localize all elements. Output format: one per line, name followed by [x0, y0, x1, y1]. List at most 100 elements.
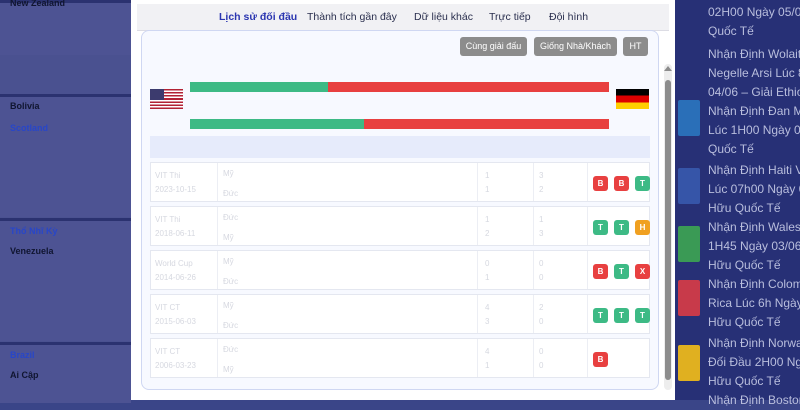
half-score-away: 3: [539, 229, 544, 238]
result-badge: T: [614, 308, 629, 323]
same-home-away-button[interactable]: Giống Nhà/Khách: [534, 37, 617, 56]
team-name[interactable]: Venezuela: [10, 246, 54, 256]
away-team: Mỹ: [223, 365, 234, 374]
score-away: 1: [485, 185, 490, 194]
news-line[interactable]: Quốc Tế: [708, 21, 800, 41]
team-name[interactable]: Ai Cập: [10, 370, 39, 380]
result-badge: T: [593, 308, 608, 323]
league-name: World Cup: [155, 259, 193, 268]
tab-lineup[interactable]: Đội hình: [549, 11, 588, 23]
table-row[interactable]: VIT CT 2015-06-03 Mỹ Đức 4 3 2 0 T T T: [150, 294, 650, 334]
tab-other-data[interactable]: Dữ liệu khác: [414, 11, 473, 23]
league-name: VIT Thi: [155, 171, 181, 180]
news-line[interactable]: Quốc Tế: [708, 139, 800, 159]
news-line[interactable]: Lúc 07h00 Ngày 0: [708, 179, 800, 199]
table-row[interactable]: VIT Thi 2018-06-11 Đức Mỹ 1 2 1 3 T T H: [150, 206, 650, 246]
home-team: Mỹ: [223, 301, 234, 310]
match-date: 2014-06-26: [155, 273, 196, 282]
news-line[interactable]: Rica Lúc 6h Ngày: [708, 293, 800, 313]
left-block: [0, 218, 131, 341]
tab-bar: Lịch sử đối đầu Thành tích gần đây Dữ li…: [137, 4, 669, 31]
news-line[interactable]: Hữu Quốc Tế: [708, 255, 800, 275]
score-home: 1: [485, 171, 490, 180]
us-flag-icon: [150, 89, 183, 109]
score-home: 4: [485, 303, 490, 312]
half-score-home: 0: [539, 347, 544, 356]
result-badge: T: [614, 220, 629, 235]
result-badge: B: [593, 264, 608, 279]
score-away: 1: [485, 273, 490, 282]
half-score-home: 2: [539, 303, 544, 312]
result-badge: T: [635, 176, 650, 191]
head-to-head-modal: Lịch sử đối đầu Thành tích gần đây Dữ li…: [131, 0, 675, 400]
news-thumbnail[interactable]: [678, 345, 700, 381]
table-row[interactable]: VIT CT 2006-03-23 Đức Mỹ 4 1 0 0 B: [150, 338, 650, 378]
same-league-button[interactable]: Cùng giải đấu: [460, 37, 527, 56]
head-to-head-panel: Cùng giải đấu Giống Nhà/Khách HT VIT Thi…: [141, 30, 659, 390]
half-score-home: 3: [539, 171, 544, 180]
news-line[interactable]: Lúc 1H00 Ngày 04: [708, 120, 800, 140]
news-line[interactable]: Nhận Định Bostor: [708, 390, 800, 410]
news-line[interactable]: Nhận Định Norwa: [708, 333, 800, 353]
table-row[interactable]: VIT Thi 2023-10-15 Mỹ Đức 1 1 3 2 B B T: [150, 162, 650, 202]
news-thumbnail[interactable]: [678, 168, 700, 204]
half-score-away: 0: [539, 317, 544, 326]
comparison-bar-win: [190, 119, 364, 129]
tab-head-to-head[interactable]: Lịch sử đối đầu: [219, 11, 297, 23]
result-badge: T: [593, 220, 608, 235]
news-line[interactable]: 1H45 Ngày 03/06: [708, 236, 800, 256]
team-name[interactable]: Bolivia: [10, 101, 40, 111]
score-away: 3: [485, 317, 490, 326]
home-team: Đức: [223, 345, 239, 354]
left-block: [0, 0, 131, 55]
table-row[interactable]: World Cup 2014-06-26 Mỹ Đức 0 1 0 0 B T …: [150, 250, 650, 290]
news-thumbnail[interactable]: [678, 226, 700, 262]
news-line[interactable]: Nhận Định Wolait: [708, 44, 800, 64]
scroll-up-arrow-icon[interactable]: [664, 66, 672, 71]
germany-flag-icon: [616, 89, 649, 109]
news-line[interactable]: Nhận Định Colomb: [708, 274, 800, 294]
result-badge: B: [593, 176, 608, 191]
half-score-home: 0: [539, 259, 544, 268]
news-line[interactable]: 04/06 – Giải Ethiop: [708, 82, 800, 102]
tab-recent-form[interactable]: Thành tích gần đây: [307, 11, 397, 23]
team-name[interactable]: Scotland: [10, 123, 48, 133]
news-line[interactable]: Đối Đầu 2H00 Ngà: [708, 352, 800, 372]
away-team: Đức: [223, 189, 239, 198]
table-header: [150, 136, 650, 158]
score-home: 4: [485, 347, 490, 356]
score-away: 1: [485, 361, 490, 370]
news-line[interactable]: Hữu Quốc Tế: [708, 371, 800, 391]
news-line[interactable]: Nhận Định Đan M: [708, 101, 800, 121]
half-score-away: 2: [539, 185, 544, 194]
score-home: 0: [485, 259, 490, 268]
result-badge: B: [614, 176, 629, 191]
team-name[interactable]: Brazil: [10, 350, 35, 360]
team-name[interactable]: New Zealand: [10, 0, 65, 8]
comparison-bar: [190, 82, 609, 92]
home-team: Mỹ: [223, 169, 234, 178]
home-team: Đức: [223, 213, 239, 222]
news-line[interactable]: Nhận Định Haiti V: [708, 160, 800, 180]
match-date: 2018-06-11: [155, 229, 196, 238]
comparison-bar: [190, 119, 609, 129]
away-team: Đức: [223, 321, 239, 330]
news-thumbnail[interactable]: [678, 280, 700, 316]
news-line[interactable]: Negelle Arsi Lúc 8: [708, 63, 800, 83]
home-team: Mỹ: [223, 257, 234, 266]
half-score-home: 1: [539, 215, 544, 224]
left-background-panel: New Zealand Bolivia Scotland Thổ Nhĩ Kỳ …: [0, 0, 131, 403]
news-line[interactable]: Hữu Quốc Tế: [708, 198, 800, 218]
result-badge: X: [635, 264, 650, 279]
result-badge: B: [593, 352, 608, 367]
news-thumbnail[interactable]: [678, 100, 700, 136]
score-away: 2: [485, 229, 490, 238]
news-line[interactable]: 02H00 Ngày 05/0: [708, 2, 800, 22]
news-line[interactable]: Nhận Định Wales: [708, 217, 800, 237]
team-name[interactable]: Thổ Nhĩ Kỳ: [10, 226, 58, 236]
ht-button[interactable]: HT: [623, 37, 648, 56]
league-name: VIT Thi: [155, 215, 181, 224]
scrollbar-thumb[interactable]: [665, 80, 671, 380]
news-line[interactable]: Hữu Quốc Tế: [708, 312, 800, 332]
tab-live[interactable]: Trực tiếp: [489, 11, 531, 23]
